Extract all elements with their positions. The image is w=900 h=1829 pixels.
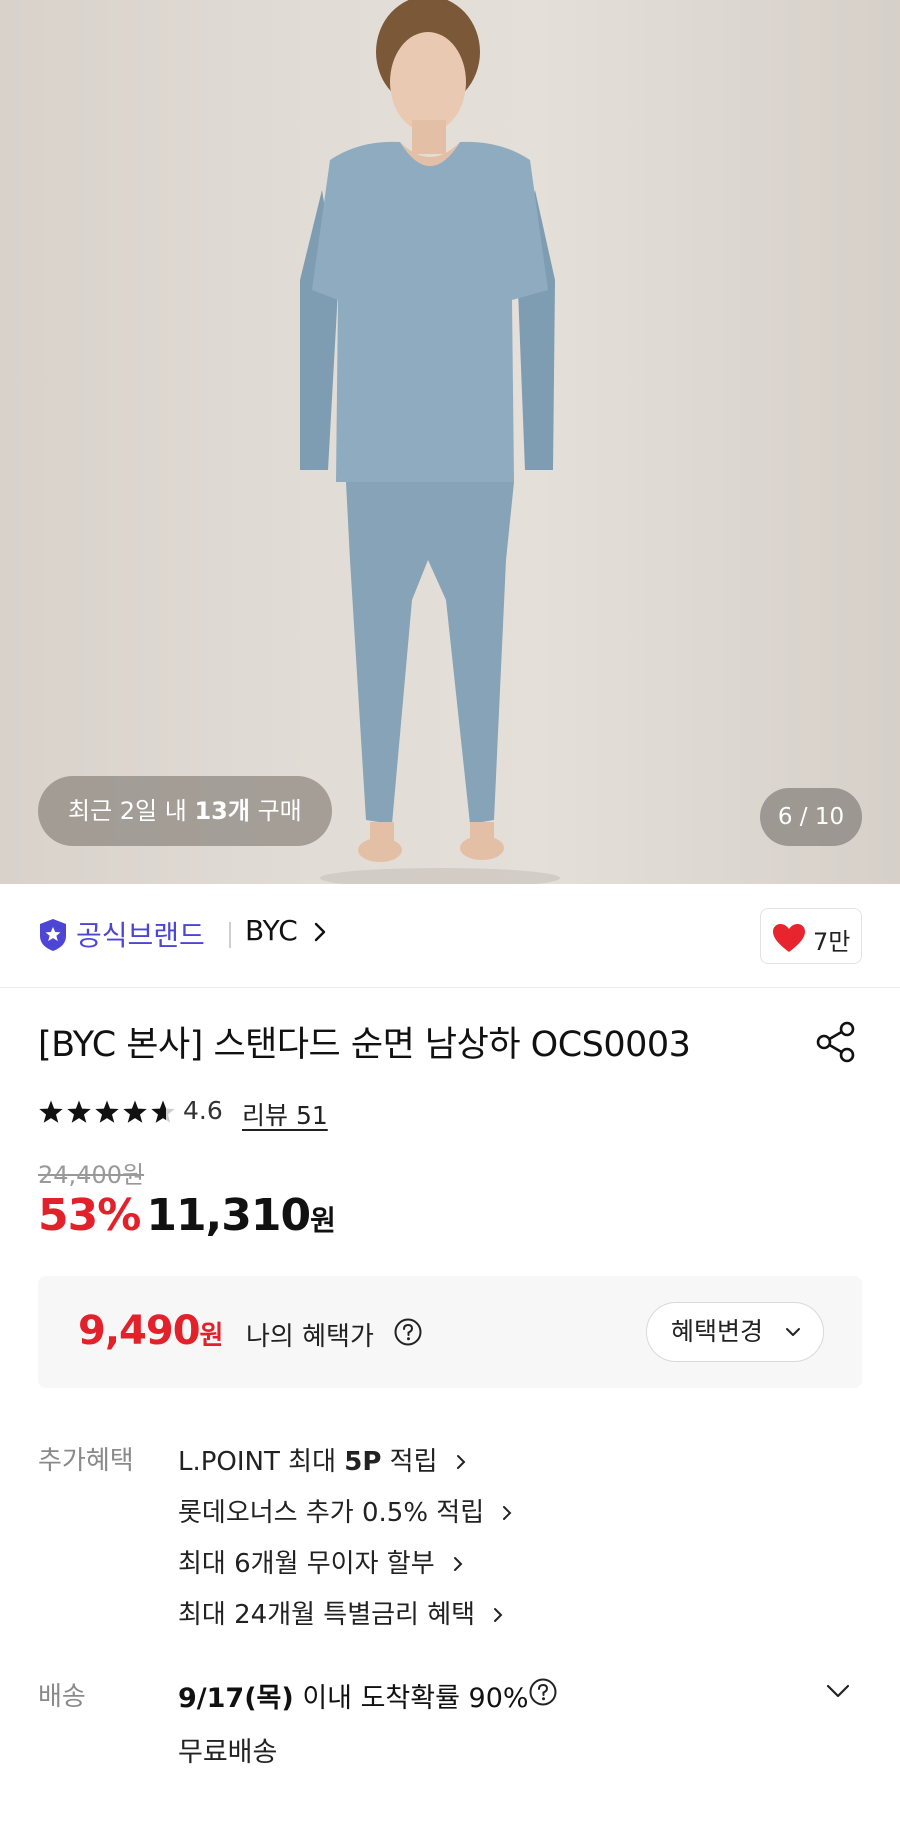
question-icon[interactable]	[528, 1677, 558, 1707]
brand-row: 공식브랜드 BYC 7만	[0, 884, 900, 988]
recent-purchase-badge: 최근 2일 내 13개 구매	[38, 776, 332, 846]
official-brand-badge-icon	[40, 919, 66, 951]
share-icon[interactable]	[814, 1020, 858, 1064]
product-photo	[300, 0, 560, 884]
brand-divider	[229, 922, 231, 948]
benefit-item-text: L.POINT 최대	[178, 1447, 345, 1477]
shipping-probability: 이내 도착확률 90%	[293, 1683, 529, 1714]
sale-price-currency: 원	[310, 1204, 336, 1237]
heart-icon	[773, 924, 805, 952]
benefit-item-lotte-owners[interactable]: 롯데오너스 추가 0.5% 적립	[178, 1492, 512, 1529]
image-page-indicator: 6 / 10	[760, 788, 862, 846]
my-benefit-box: 9,490원 나의 혜택가 혜택변경	[38, 1276, 862, 1388]
star-icon	[123, 1100, 147, 1123]
question-icon[interactable]	[393, 1317, 423, 1347]
shipping-fee: 무료배송	[178, 1737, 278, 1768]
benefit-item-text: 롯데오너스 추가 0.5% 적립	[178, 1498, 485, 1528]
star-icon	[39, 1100, 63, 1123]
like-count: 7만	[813, 928, 851, 956]
benefit-item-special-rate[interactable]: 최대 24개월 특별금리 혜택	[178, 1594, 503, 1631]
benefit-item-text-end: 적립	[381, 1447, 438, 1477]
shipping-date: 9/17(목)	[178, 1683, 294, 1714]
extra-benefits-label: 추가혜택	[38, 1446, 134, 1476]
my-benefit-price-value: 9,490	[78, 1308, 201, 1354]
star-icon	[95, 1100, 119, 1123]
my-benefit-price: 9,490원	[78, 1308, 223, 1354]
shipping-label: 배송	[38, 1682, 86, 1712]
rating-score: 4.6	[183, 1096, 223, 1125]
change-benefit-label: 혜택변경	[671, 1317, 764, 1346]
sale-price-row: 53% 11,310원	[38, 1190, 336, 1241]
chevron-down-icon[interactable]	[826, 1684, 850, 1698]
change-benefit-button[interactable]: 혜택변경	[646, 1302, 824, 1362]
original-price: 24,400원	[38, 1161, 145, 1189]
chevron-right-icon	[453, 1557, 463, 1571]
brand-link[interactable]: BYC	[245, 914, 298, 947]
benefit-item-text: 최대 6개월 무이자 할부	[178, 1549, 435, 1579]
benefit-item-installment[interactable]: 최대 6개월 무이자 할부	[178, 1543, 463, 1580]
my-benefit-price-currency: 원	[199, 1321, 224, 1351]
my-benefit-label: 나의 혜택가	[246, 1322, 374, 1352]
review-link[interactable]: 리뷰 51	[242, 1096, 328, 1132]
chevron-right-icon	[503, 1506, 512, 1520]
chevron-right-icon[interactable]	[313, 921, 327, 943]
official-brand-label: 공식브랜드	[76, 919, 205, 952]
benefit-item-text: 최대 24개월 특별금리 혜택	[178, 1600, 476, 1630]
discount-percent: 53%	[38, 1190, 141, 1241]
recent-purchase-suffix: 구매	[249, 797, 302, 825]
chevron-right-icon	[456, 1455, 466, 1469]
star-icon	[67, 1100, 91, 1123]
shipping-eta: 9/17(목) 이내 도착확률 90%	[178, 1676, 529, 1715]
chevron-right-icon	[494, 1608, 503, 1622]
product-title: [BYC 본사] 스탠다드 순면 남상하 OCS0003	[38, 1025, 691, 1065]
chevron-down-icon	[786, 1328, 800, 1336]
sale-price: 11,310	[146, 1190, 311, 1241]
recent-purchase-count: 13개	[194, 797, 250, 825]
like-button[interactable]: 7만	[760, 908, 862, 964]
product-image-carousel[interactable]: 최근 2일 내 13개 구매 6 / 10	[0, 0, 900, 884]
recent-purchase-prefix: 최근 2일 내	[68, 797, 195, 825]
rating-stars	[39, 1100, 175, 1123]
benefit-item-highlight: 5P	[344, 1447, 382, 1477]
benefit-item-lpoint[interactable]: L.POINT 최대 5P 적립	[178, 1441, 466, 1478]
